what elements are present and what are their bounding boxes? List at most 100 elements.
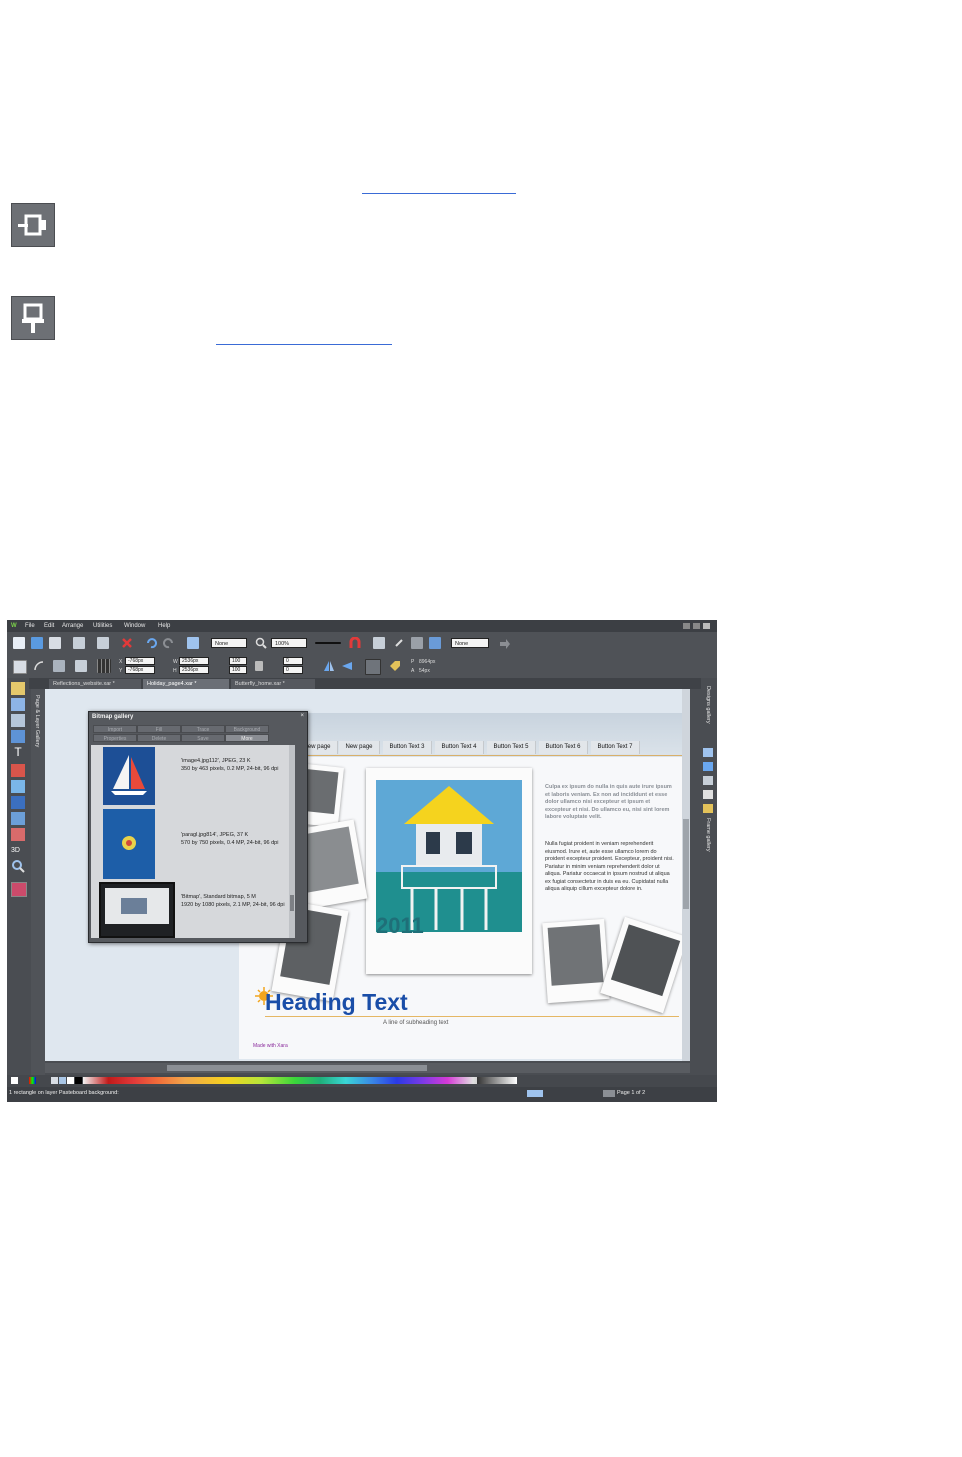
nav-button-3[interactable]: Button Text 3 (383, 741, 432, 754)
swatch-white[interactable] (67, 1077, 74, 1084)
gallery-trace-button[interactable]: Trace (181, 725, 225, 733)
scale-y-field[interactable]: 100 (229, 666, 247, 674)
swatch-black[interactable] (75, 1077, 82, 1084)
open-icon[interactable] (31, 637, 43, 649)
forward-arrow-icon[interactable] (499, 638, 511, 650)
frame-gallery-tab[interactable]: Frame gallery (705, 818, 711, 852)
paste-icon[interactable] (97, 637, 109, 649)
nav-button-5[interactable]: Button Text 5 (487, 741, 536, 754)
transform-icon[interactable] (187, 637, 199, 649)
gallery-icon-3[interactable] (703, 776, 713, 785)
swatch-lightgrey[interactable] (51, 1077, 58, 1084)
swatch-lightblue[interactable] (59, 1077, 66, 1084)
gallery-thumb-sailboat[interactable] (103, 747, 155, 805)
gallery-thumb-paraglider[interactable] (103, 809, 155, 879)
new-document-icon[interactable] (13, 637, 25, 649)
x-position-field[interactable]: -768px (125, 657, 155, 665)
publish-icon[interactable] (429, 637, 441, 649)
vertical-scrollbar-thumb[interactable] (683, 819, 689, 909)
tab-butterfly-home[interactable]: Butterfly_home.xar * (231, 679, 315, 689)
transform-tool-icon[interactable] (11, 698, 25, 711)
menu-edit[interactable]: Edit (44, 623, 54, 629)
flip-horizontal-icon[interactable] (323, 660, 335, 672)
menu-utilities[interactable]: Utilities (93, 623, 112, 629)
3d-tool-icon[interactable]: 3D (11, 844, 25, 857)
gallery-background-button[interactable]: Background (225, 725, 269, 733)
width-field[interactable]: 2536px (179, 657, 209, 665)
text-tool-icon[interactable]: T (11, 746, 25, 759)
y-position-field[interactable]: -768px (125, 666, 155, 674)
zoom-tool-icon[interactable] (11, 860, 25, 873)
restore-icon[interactable] (693, 623, 700, 629)
zoom-icon[interactable] (255, 637, 267, 649)
shear-field[interactable]: 0 (283, 666, 303, 674)
fill-handles-icon[interactable] (53, 660, 65, 672)
delete-icon[interactable] (121, 637, 133, 649)
menu-arrange[interactable]: Arrange (62, 623, 83, 629)
zoom-select[interactable]: 100% (271, 638, 307, 648)
horizontal-scrollbar-thumb[interactable] (167, 1065, 427, 1071)
gallery-icon-2[interactable] (703, 762, 713, 771)
gallery-save-button[interactable]: Save (181, 734, 225, 742)
scale-x-field[interactable]: 100 (229, 657, 247, 665)
gallery-scrollbar-thumb[interactable] (290, 895, 294, 911)
menu-help[interactable]: Help (158, 623, 170, 629)
export-icon[interactable] (373, 637, 385, 649)
selector-tool-icon[interactable] (11, 682, 25, 695)
nav-button-4[interactable]: Button Text 4 (435, 741, 484, 754)
photo-tool-icon[interactable] (11, 882, 27, 897)
link-icon[interactable] (393, 637, 405, 649)
rectangle-tool-icon[interactable] (11, 730, 25, 743)
gallery-icon-4[interactable] (703, 790, 713, 799)
swatch-gradient-row[interactable] (83, 1077, 507, 1084)
gallery-thumb-bitmap-selected[interactable] (99, 882, 175, 938)
swatch-picker[interactable] (29, 1077, 36, 1084)
page-nav-arrows[interactable] (603, 1090, 615, 1097)
undo-icon[interactable] (145, 637, 157, 649)
swatch-greys[interactable] (477, 1077, 517, 1084)
lock-aspect-icon[interactable] (255, 661, 263, 671)
page-layer-gallery-tab[interactable]: Page & Layer Gallery (31, 689, 45, 1089)
gallery-import-button[interactable]: Import (93, 725, 137, 733)
gallery-fill-button[interactable]: Fill (137, 725, 181, 733)
rotate-handles-icon[interactable] (33, 660, 45, 672)
reset-icon[interactable] (75, 660, 87, 672)
text-on-path-icon[interactable] (365, 659, 381, 675)
made-with-xara-link[interactable]: Made with Xara (253, 1043, 288, 1049)
line-width-icon[interactable] (315, 642, 341, 644)
height-field[interactable]: 2536px (179, 666, 209, 674)
gallery-properties-button[interactable]: Properties (93, 734, 137, 742)
tag-icon[interactable] (389, 660, 401, 672)
gallery-more-button[interactable]: More (225, 734, 269, 742)
gallery-icon-5[interactable] (703, 804, 713, 813)
gallery-close-icon[interactable]: × (300, 713, 304, 719)
fill-tool-icon[interactable] (11, 764, 25, 777)
link-underline-2[interactable] (216, 344, 392, 345)
menu-window[interactable]: Window (124, 623, 145, 629)
redo-icon[interactable] (163, 637, 175, 649)
fill-select[interactable]: None (211, 638, 247, 648)
tab-holiday-page4[interactable]: Holiday_page4.xar * (143, 679, 229, 689)
shadow-tool-icon[interactable] (11, 796, 25, 809)
copy-icon[interactable] (73, 637, 85, 649)
flip-vertical-icon[interactable] (341, 660, 353, 672)
mould-tool-icon[interactable] (11, 828, 25, 841)
save-icon[interactable] (49, 637, 61, 649)
selector-mode-icon[interactable] (13, 660, 27, 674)
minimize-icon[interactable] (683, 623, 690, 629)
close-icon[interactable] (703, 623, 710, 629)
web-preview-icon[interactable] (411, 637, 423, 649)
document-canvas[interactable]: New page New page Button Text 3 Button T… (45, 689, 690, 1061)
nav-button-6[interactable]: Button Text 6 (539, 741, 588, 754)
nav-button-7[interactable]: Button Text 7 (591, 741, 640, 754)
gallery-icon-1[interactable] (703, 748, 713, 757)
magnet-snap-icon[interactable] (349, 636, 361, 649)
link-underline-1[interactable] (362, 193, 516, 194)
menu-file[interactable]: File (25, 623, 35, 629)
angle-field[interactable]: 0 (283, 657, 303, 665)
transparency-tool-icon[interactable] (11, 780, 25, 793)
grid-icon[interactable] (97, 659, 111, 673)
gallery-delete-button[interactable]: Delete (137, 734, 181, 742)
freehand-tool-icon[interactable] (11, 714, 25, 727)
swatch-no-colour[interactable] (11, 1077, 18, 1084)
